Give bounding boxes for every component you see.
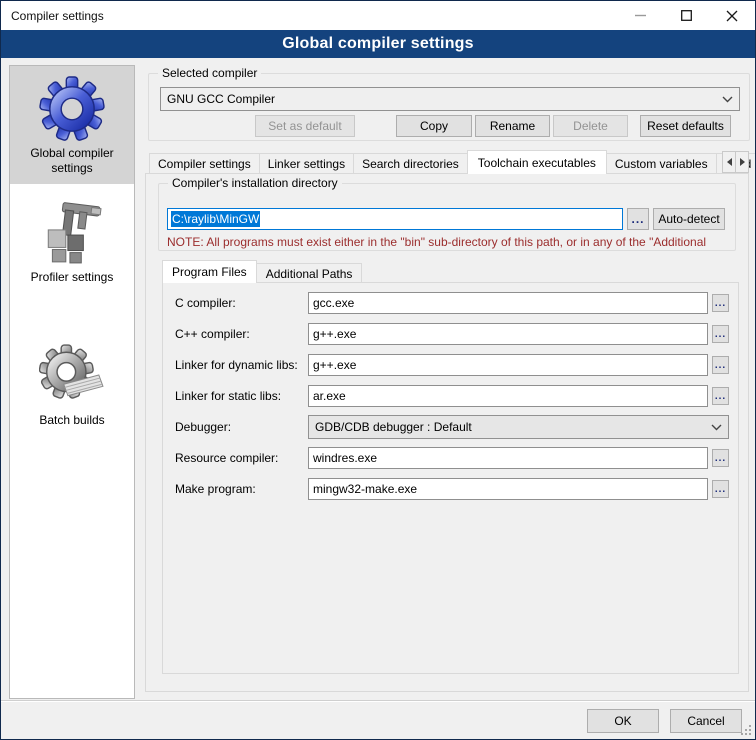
dynamic-linker-browse-button[interactable]: ... <box>712 356 729 374</box>
toolchain-executables-page: Compiler's installation directory C:\ray… <box>145 173 749 692</box>
cpp-compiler-row: C++ compiler: ... <box>175 322 729 346</box>
selected-compiler-group: Selected compiler GNU GCC Compiler Set a… <box>148 73 750 141</box>
page-title: Global compiler settings <box>1 30 755 58</box>
tab-custom-variables[interactable]: Custom variables <box>606 153 717 174</box>
resource-compiler-browse-button[interactable]: ... <box>712 449 729 467</box>
tab-scroll-left-button[interactable] <box>722 151 736 173</box>
installation-directory-input[interactable]: C:\raylib\MinGW <box>167 208 623 230</box>
static-linker-input[interactable] <box>308 385 708 407</box>
window-controls <box>617 1 755 30</box>
auto-detect-button[interactable]: Auto-detect <box>653 208 725 230</box>
program-files-page: C compiler: ... C++ compiler: ... Linker… <box>162 282 739 674</box>
window-title: Compiler settings <box>1 9 104 23</box>
installation-directory-group: Compiler's installation directory C:\ray… <box>158 183 736 251</box>
maximize-icon <box>681 10 692 21</box>
dynamic-linker-label: Linker for dynamic libs: <box>175 358 308 372</box>
resource-compiler-label: Resource compiler: <box>175 451 308 465</box>
cpp-compiler-input[interactable] <box>308 323 708 345</box>
ok-button[interactable]: OK <box>587 709 659 733</box>
make-program-label: Make program: <box>175 482 308 496</box>
delete-button[interactable]: Delete <box>553 115 628 137</box>
resize-grip[interactable] <box>740 724 752 736</box>
installation-directory-group-label: Compiler's installation directory <box>168 176 342 190</box>
main-tab-strip: Compiler settings Linker settings Search… <box>149 150 756 174</box>
installation-directory-value: C:\raylib\MinGW <box>171 211 260 227</box>
cpp-compiler-label: C++ compiler: <box>175 327 308 341</box>
profiler-caliper-icon <box>39 200 105 266</box>
sidebar-item-batch-builds[interactable]: Batch builds <box>10 333 134 436</box>
close-icon <box>726 10 738 22</box>
static-linker-browse-button[interactable]: ... <box>712 387 729 405</box>
copy-button[interactable]: Copy <box>396 115 472 137</box>
close-button[interactable] <box>709 1 755 30</box>
tab-scroll-right-icon <box>740 158 745 166</box>
tab-compiler-settings[interactable]: Compiler settings <box>149 153 260 174</box>
c-compiler-browse-button[interactable]: ... <box>712 294 729 312</box>
sidebar-item-global-compiler-settings[interactable]: Global compiler settings <box>10 66 134 184</box>
settings-sidebar: Global compiler settings Profiler settin… <box>9 65 135 699</box>
tab-linker-settings[interactable]: Linker settings <box>259 153 354 174</box>
minimize-button[interactable] <box>617 1 663 30</box>
chevron-down-icon <box>711 424 722 431</box>
resource-compiler-input[interactable] <box>308 447 708 469</box>
blue-gear-icon <box>39 76 105 142</box>
cpp-compiler-browse-button[interactable]: ... <box>712 325 729 343</box>
compiler-select-value: GNU GCC Compiler <box>167 92 718 106</box>
cancel-button[interactable]: Cancel <box>670 709 742 733</box>
dialog-body: Global compiler settings Profiler settin… <box>1 58 755 739</box>
tab-additional-paths[interactable]: Additional Paths <box>256 263 363 283</box>
make-program-row: Make program: ... <box>175 477 729 501</box>
tab-scroll-buttons <box>723 151 749 173</box>
c-compiler-label: C compiler: <box>175 296 308 310</box>
minimize-icon <box>635 10 646 21</box>
static-linker-row: Linker for static libs: ... <box>175 384 729 408</box>
compiler-settings-window: Compiler settings Global compiler settin… <box>0 0 756 740</box>
tab-scroll-left-icon <box>727 158 732 166</box>
title-bar: Compiler settings <box>1 1 755 30</box>
chevron-down-icon <box>722 96 733 103</box>
maximize-button[interactable] <box>663 1 709 30</box>
selected-compiler-group-label: Selected compiler <box>158 66 261 80</box>
tab-toolchain-executables[interactable]: Toolchain executables <box>467 150 607 174</box>
resource-compiler-row: Resource compiler: ... <box>175 446 729 470</box>
program-files-tab-strip: Program Files Additional Paths <box>162 260 362 283</box>
dynamic-linker-row: Linker for dynamic libs: ... <box>175 353 729 377</box>
bin-subdirectory-note: NOTE: All programs must exist either in … <box>167 235 731 249</box>
tab-program-files[interactable]: Program Files <box>162 260 257 283</box>
dynamic-linker-input[interactable] <box>308 354 708 376</box>
footer-divider <box>1 700 755 702</box>
c-compiler-input[interactable] <box>308 292 708 314</box>
make-program-input[interactable] <box>308 478 708 500</box>
make-program-browse-button[interactable]: ... <box>712 480 729 498</box>
rename-button[interactable]: Rename <box>475 115 550 137</box>
tab-scroll-right-button[interactable] <box>735 151 749 173</box>
set-as-default-button[interactable]: Set as default <box>255 115 355 137</box>
batch-builds-icon <box>39 343 105 409</box>
sidebar-item-label: Global compiler settings <box>30 146 113 175</box>
sidebar-item-profiler-settings[interactable]: Profiler settings <box>10 190 134 293</box>
sidebar-item-label: Profiler settings <box>31 270 114 284</box>
debugger-select-value: GDB/CDB debugger : Default <box>315 420 707 434</box>
tab-search-directories[interactable]: Search directories <box>353 153 468 174</box>
sidebar-item-label: Batch builds <box>39 413 104 427</box>
compiler-select[interactable]: GNU GCC Compiler <box>160 87 740 111</box>
debugger-label: Debugger: <box>175 420 308 434</box>
static-linker-label: Linker for static libs: <box>175 389 308 403</box>
reset-defaults-button[interactable]: Reset defaults <box>640 115 731 137</box>
installation-directory-browse-button[interactable]: ... <box>627 208 649 230</box>
debugger-row: Debugger: GDB/CDB debugger : Default <box>175 415 729 439</box>
c-compiler-row: C compiler: ... <box>175 291 729 315</box>
debugger-select[interactable]: GDB/CDB debugger : Default <box>308 415 729 439</box>
